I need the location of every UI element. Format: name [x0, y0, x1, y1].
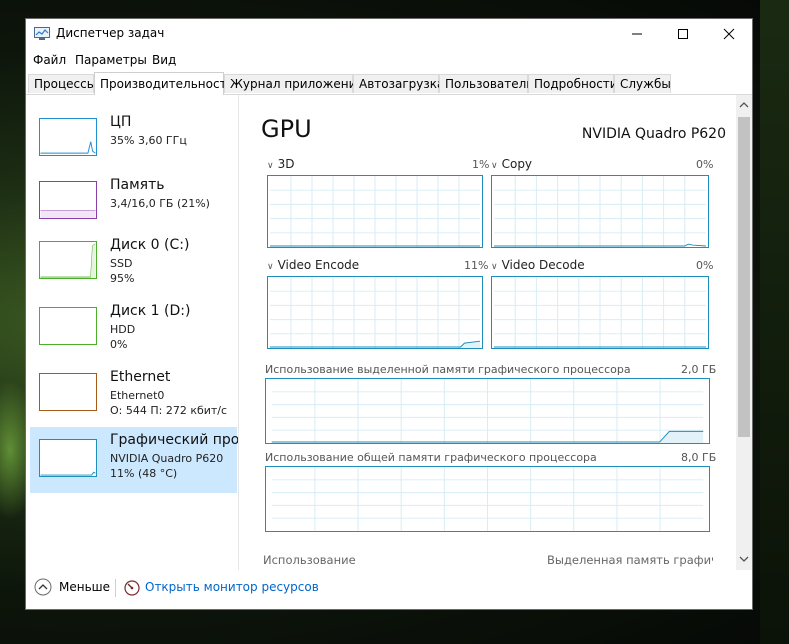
tab-bar: Процессы Производительность Журнал прило…: [26, 72, 752, 95]
sidebar-item-title: Диск 1 (D:): [110, 303, 191, 319]
sidebar-item-detail: 35% 3,60 ГГц: [110, 134, 187, 147]
background-right-edge: [760, 0, 789, 644]
gpu-detail-panel: GPU NVIDIA Quadro P620 ∨3D 1% ∨Copy 0%: [239, 95, 736, 570]
sidebar-item-detail: 0%: [110, 338, 128, 351]
gpu-thumbnail-graph: [39, 439, 97, 477]
menu-bar: Файл Параметры Вид: [26, 50, 752, 70]
graph-percent-video-encode: 11%: [464, 259, 489, 272]
disk0-thumbnail-graph: [39, 241, 97, 279]
tab-processes[interactable]: Процессы: [28, 74, 96, 93]
page-title: GPU: [261, 115, 312, 143]
tab-app-history[interactable]: Журнал приложений: [224, 74, 364, 93]
graph-selector-3d[interactable]: ∨ 3D: [267, 157, 294, 171]
scrollbar-thumb[interactable]: [738, 117, 750, 437]
sidebar-item-detail: 3,4/16,0 ГБ (21%): [110, 197, 210, 210]
sidebar-item-detail: О: 544 П: 272 кбит/с: [110, 404, 228, 417]
sidebar-item-title: Диск 0 (C:): [110, 237, 190, 253]
open-resource-monitor-link[interactable]: Открыть монитор ресурсов: [145, 580, 319, 594]
scroll-up-icon[interactable]: [739, 101, 749, 109]
sidebar-item-detail: 95%: [110, 272, 135, 285]
shared-memory-label: Использование общей памяти графического …: [265, 451, 597, 464]
dedicated-memory-value: 2,0 ГБ: [681, 363, 717, 376]
sidebar-item-detail: 11% (48 °C): [110, 467, 178, 480]
sidebar-item-detail: NVIDIA Quadro P620: [110, 452, 224, 465]
sidebar-item-disk1[interactable]: Диск 1 (D:) HDD 0%: [30, 301, 237, 363]
title-bar: Диспетчер задач: [26, 19, 752, 49]
cpu-thumbnail-graph: [39, 118, 97, 156]
memory-thumbnail-graph: [39, 181, 97, 219]
graph-video-decode: [491, 276, 709, 349]
menu-file[interactable]: Файл: [33, 53, 66, 67]
gpu-model-name: NVIDIA Quadro P620: [581, 126, 726, 142]
sidebar-item-gpu[interactable]: Графический процессор 0 NVIDIA Quadro P6…: [30, 427, 238, 493]
close-icon: [723, 28, 735, 40]
ethernet-thumbnail-graph: [39, 373, 97, 411]
footer-bar: Меньше Открыть монитор ресурсов: [26, 571, 752, 609]
graph-selector-video-decode[interactable]: ∨ Video Decode: [491, 258, 585, 272]
graph-dedicated-memory: [265, 378, 710, 444]
minimize-button[interactable]: [614, 19, 660, 49]
dedicated-memory-label: Использование выделенной памяти графичес…: [265, 363, 631, 376]
sidebar-item-title: Ethernet: [110, 369, 171, 385]
task-manager-icon: [34, 27, 50, 40]
sidebar-item-title: Память: [110, 177, 165, 193]
chevron-down-icon: ∨: [491, 161, 498, 171]
resource-monitor-icon: [124, 580, 140, 596]
close-button[interactable]: [706, 19, 752, 49]
disk1-thumbnail-graph: [39, 307, 97, 345]
minimize-icon: [632, 33, 642, 35]
chevron-down-icon: ∨: [267, 161, 274, 171]
sidebar-item-title: Графический процессор 0: [110, 432, 238, 448]
sidebar-item-detail: SSD: [110, 257, 133, 270]
graph-percent-video-decode: 0%: [696, 259, 714, 272]
sidebar-item-cpu[interactable]: ЦП 35% 3,60 ГГц: [30, 112, 237, 174]
graph-selector-copy[interactable]: ∨ Copy: [491, 157, 532, 171]
sidebar-item-detail: HDD: [110, 323, 136, 336]
tab-startup[interactable]: Автозагрузка: [353, 74, 444, 93]
sidebar-item-title: ЦП: [110, 114, 132, 130]
collapse-up-icon: [34, 578, 52, 596]
chevron-down-icon: ∨: [267, 262, 274, 272]
sidebar-item-disk0[interactable]: Диск 0 (C:) SSD 95%: [30, 235, 237, 297]
task-manager-window: Диспетчер задач Файл Параметры Вид Проце…: [25, 18, 753, 610]
resource-sidebar: ЦП 35% 3,60 ГГц Память 3,4/16,0 ГБ (21%)…: [26, 95, 238, 570]
tab-details[interactable]: Подробности: [528, 74, 618, 93]
graph-video-encode: [267, 276, 483, 349]
tab-performance[interactable]: Производительность: [94, 72, 234, 95]
vertical-scrollbar[interactable]: [736, 95, 752, 570]
usage-caption: Использование: [263, 553, 356, 567]
tab-services[interactable]: Службы: [614, 74, 671, 93]
graph-selector-video-encode[interactable]: ∨ Video Encode: [267, 258, 359, 272]
dedicated-memory-caption: Выделенная память графического процессор…: [547, 553, 713, 567]
footer-divider: [115, 579, 116, 597]
graph-shared-memory: [265, 466, 710, 532]
graph-copy: [491, 175, 709, 248]
sidebar-item-detail: Ethernet0: [110, 389, 165, 402]
shared-memory-value: 8,0 ГБ: [681, 451, 717, 464]
tab-users[interactable]: Пользователи: [439, 74, 534, 93]
window-title: Диспетчер задач: [56, 26, 165, 40]
chevron-down-icon: ∨: [491, 262, 498, 272]
maximize-icon: [678, 29, 688, 39]
graph-3d: [267, 175, 483, 248]
fewer-details-label: Меньше: [59, 580, 111, 594]
graph-percent-copy: 0%: [696, 158, 714, 171]
performance-content: ЦП 35% 3,60 ГГц Память 3,4/16,0 ГБ (21%)…: [26, 95, 752, 570]
maximize-button[interactable]: [660, 19, 706, 49]
sidebar-item-memory[interactable]: Память 3,4/16,0 ГБ (21%): [30, 175, 237, 237]
graph-percent-3d: 1%: [472, 158, 490, 171]
scroll-down-icon[interactable]: [739, 555, 749, 563]
menu-options[interactable]: Параметры: [75, 53, 147, 67]
sidebar-item-ethernet[interactable]: Ethernet Ethernet0 О: 544 П: 272 кбит/с: [30, 367, 237, 429]
menu-view[interactable]: Вид: [152, 53, 176, 67]
